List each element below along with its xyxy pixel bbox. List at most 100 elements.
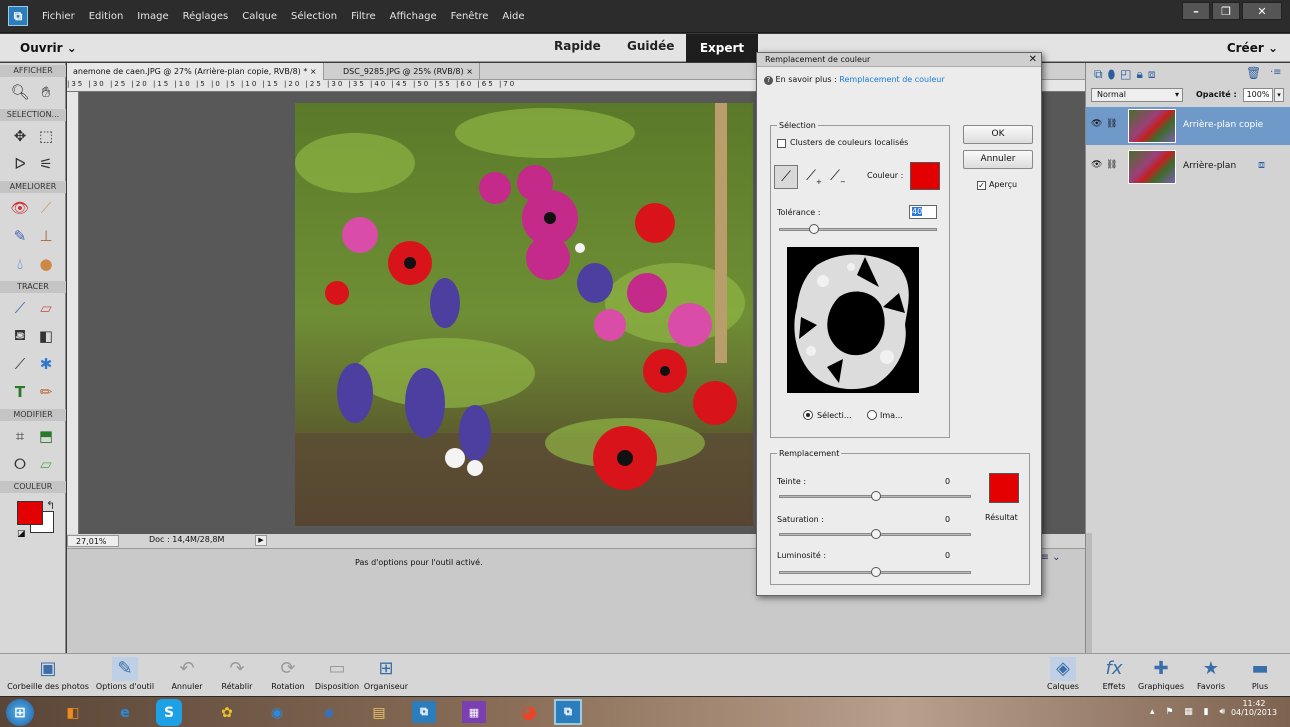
recompose-tool-icon[interactable]: ⬒ bbox=[35, 425, 57, 447]
dialog-close-icon[interactable]: ✕ bbox=[1029, 54, 1037, 65]
ok-button[interactable]: OK bbox=[963, 125, 1033, 144]
slider-knob[interactable] bbox=[809, 224, 819, 234]
cancel-button[interactable]: Annuler bbox=[963, 150, 1033, 169]
slider-knob[interactable] bbox=[871, 529, 881, 539]
crop-tool-icon[interactable]: ⌗ bbox=[9, 425, 31, 447]
photoshop-elements-icon[interactable]: ⧉ bbox=[412, 701, 436, 723]
zoom-tool-icon[interactable]: 🔍︎ bbox=[9, 81, 31, 103]
app-logo-icon[interactable]: ⧉ bbox=[8, 6, 28, 26]
blend-mode-select[interactable]: Normal ▾ bbox=[1091, 88, 1183, 102]
layer-actions-icons[interactable]: ⧉⬮◰🔒︎⧈ bbox=[1094, 67, 1160, 82]
magic-wand-icon[interactable]: ⚟ bbox=[35, 153, 57, 175]
close-tab-icon[interactable]: × bbox=[310, 67, 317, 76]
tool-options-button[interactable]: ✎ Options d'outil bbox=[94, 654, 156, 697]
clock[interactable]: 11:42 04/10/2013 bbox=[1222, 699, 1286, 717]
doc-tab-second[interactable]: DSC_9285.JPG @ 25% (RVB/8) × bbox=[337, 63, 480, 80]
restore-icon[interactable]: ❐ bbox=[1212, 2, 1240, 20]
start-button-icon[interactable]: ⊞ bbox=[6, 699, 34, 726]
eyedropper-minus-icon[interactable]: ⟋− bbox=[827, 165, 849, 189]
spot-healing-icon[interactable]: ⟋ bbox=[35, 197, 57, 219]
straighten-tool-icon[interactable]: ⏥ bbox=[35, 453, 57, 475]
menu-selection[interactable]: Sélection bbox=[291, 11, 337, 22]
slider-knob[interactable] bbox=[871, 567, 881, 577]
menu-reglages[interactable]: Réglages bbox=[183, 11, 229, 22]
luminosity-slider[interactable] bbox=[779, 567, 971, 577]
play-arrow-icon[interactable]: ▶ bbox=[255, 535, 267, 546]
clusters-checkbox[interactable] bbox=[777, 139, 786, 148]
text-tool-icon[interactable]: T bbox=[9, 381, 31, 403]
hue-slider[interactable] bbox=[779, 491, 971, 501]
marquee-tool-icon[interactable]: ⬚ bbox=[35, 125, 57, 147]
menu-calque[interactable]: Calque bbox=[242, 11, 277, 22]
close-tab-icon[interactable]: × bbox=[466, 67, 473, 76]
layer-row-background[interactable]: 👁︎ ⛓︎ Arrière-plan ⧈ bbox=[1086, 148, 1290, 186]
link-icon[interactable]: ⛓︎ bbox=[1106, 119, 1117, 129]
foreground-color-swatch[interactable] bbox=[17, 501, 43, 525]
system-tray-icons[interactable]: ▴ ⚑ ▦ ▮ 🔊︎ bbox=[1150, 707, 1229, 717]
tolerance-slider[interactable] bbox=[779, 224, 937, 234]
picasa-icon[interactable]: ✿ bbox=[210, 699, 244, 726]
radio-selection[interactable] bbox=[803, 410, 813, 420]
chevron-down-icon[interactable]: ▾ bbox=[1274, 88, 1284, 102]
gradient-tool-icon[interactable]: ◧ bbox=[35, 325, 57, 347]
photo-bin-button[interactable]: ▣ Corbeille des photos bbox=[0, 654, 96, 697]
favorites-button[interactable]: ★ Favoris bbox=[1192, 654, 1230, 697]
move-tool-icon[interactable]: ✥ bbox=[9, 125, 31, 147]
open-button[interactable]: Ouvrir ⌄ bbox=[20, 41, 77, 55]
mode-guidee-tab[interactable]: Guidée bbox=[627, 39, 674, 53]
panel-menu-icon[interactable]: ·≡ bbox=[1270, 67, 1282, 78]
skype-icon[interactable]: S bbox=[156, 699, 182, 726]
pencil-tool-icon[interactable]: ✏ bbox=[35, 381, 57, 403]
mode-expert-tab[interactable]: Expert bbox=[686, 34, 758, 62]
organizer-button[interactable]: ⊞ Organiseur bbox=[362, 654, 410, 697]
swap-colors-icon[interactable]: ↰ bbox=[46, 499, 55, 512]
learn-more-link[interactable]: Remplacement de couleur bbox=[839, 75, 944, 84]
blur-tool-icon[interactable]: 💧︎ bbox=[9, 253, 31, 275]
media-player-icon[interactable]: ◧ bbox=[56, 699, 90, 726]
slider-knob[interactable] bbox=[871, 491, 881, 501]
more-button[interactable]: ▬ Plus bbox=[1240, 654, 1280, 697]
book-app-icon[interactable]: ◆ bbox=[312, 699, 346, 726]
red-eye-tool-icon[interactable]: 👁︎ bbox=[9, 197, 31, 219]
internet-explorer-icon[interactable]: e bbox=[108, 699, 142, 726]
menu-aide[interactable]: Aide bbox=[502, 11, 524, 22]
link-icon[interactable]: ⛓︎ bbox=[1106, 160, 1117, 170]
mode-rapide-tab[interactable]: Rapide bbox=[554, 39, 601, 53]
lasso-tool-icon[interactable]: ᐅ bbox=[9, 153, 31, 175]
menu-edition[interactable]: Edition bbox=[89, 11, 124, 22]
sponge-tool-icon[interactable]: ● bbox=[35, 253, 57, 275]
close-window-icon[interactable]: ✕ bbox=[1242, 2, 1282, 20]
menu-filtre[interactable]: Filtre bbox=[351, 11, 376, 22]
chrome-icon[interactable]: ◕ bbox=[512, 699, 546, 726]
menu-affichage[interactable]: Affichage bbox=[390, 11, 437, 22]
menu-fichier[interactable]: Fichier bbox=[42, 11, 75, 22]
effects-button[interactable]: fx Effets bbox=[1096, 654, 1132, 697]
doc-tab-active[interactable]: anemone de caen.JPG @ 27% (Arrière-plan … bbox=[67, 63, 324, 80]
custom-shape-icon[interactable]: ✱ bbox=[35, 353, 57, 375]
messenger-icon[interactable]: ◉ bbox=[260, 699, 294, 726]
paint-bucket-icon[interactable]: ⛾ bbox=[9, 325, 31, 347]
saturation-slider[interactable] bbox=[779, 529, 971, 539]
visibility-eye-icon[interactable]: 👁︎ bbox=[1091, 160, 1102, 170]
dialog-title-bar[interactable]: Remplacement de couleur bbox=[757, 53, 1041, 67]
eyedropper-tool-icon[interactable]: ⟋ bbox=[9, 353, 31, 375]
photoshop-elements-editor-icon[interactable]: ⧉ bbox=[554, 699, 582, 725]
premiere-elements-icon[interactable]: ▦ bbox=[462, 701, 486, 723]
visibility-eye-icon[interactable]: 👁︎ bbox=[1091, 119, 1102, 129]
trash-icon[interactable]: 🗑︎ bbox=[1246, 66, 1261, 80]
document-photo[interactable] bbox=[295, 103, 753, 526]
selection-color-swatch[interactable] bbox=[910, 162, 940, 190]
radio-image[interactable] bbox=[867, 410, 877, 420]
eyedropper-icon[interactable]: ⟋ bbox=[774, 165, 798, 189]
eyedropper-plus-icon[interactable]: ⟋+ bbox=[803, 165, 825, 189]
menu-fenetre[interactable]: Fenêtre bbox=[451, 11, 489, 22]
minimize-icon[interactable]: – bbox=[1182, 2, 1210, 20]
graphics-button[interactable]: ✚ Graphiques bbox=[1134, 654, 1188, 697]
tolerance-input[interactable]: 40 bbox=[909, 205, 937, 219]
eraser-tool-icon[interactable]: ▱ bbox=[35, 297, 57, 319]
layers-panel-button[interactable]: ◈ Calques bbox=[1040, 654, 1086, 697]
hand-tool-icon[interactable]: ✋︎ bbox=[35, 81, 57, 103]
menu-image[interactable]: Image bbox=[137, 11, 168, 22]
content-aware-move-icon[interactable]: ⭘ bbox=[9, 453, 31, 475]
file-explorer-icon[interactable]: ▤ bbox=[362, 699, 396, 726]
